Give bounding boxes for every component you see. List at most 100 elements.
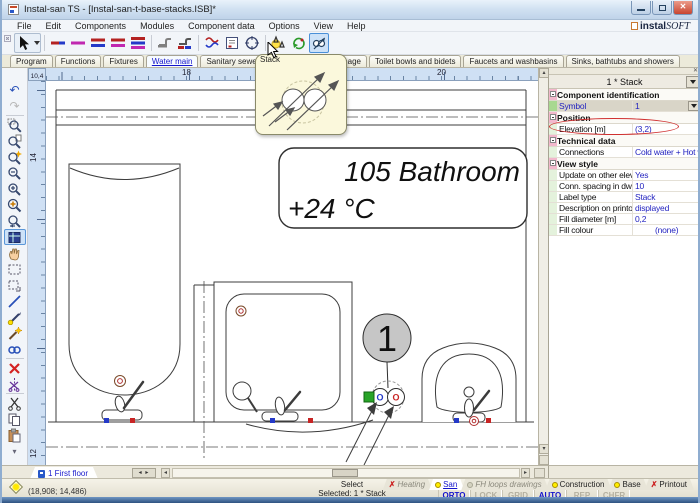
property-row-fill-colour[interactable]: Fill colour (none) (549, 225, 700, 236)
pipe-circulation-button[interactable] (68, 33, 88, 53)
collapse-icon[interactable] (550, 137, 556, 143)
menu-file[interactable]: File (10, 21, 39, 31)
tab-water-main[interactable]: Water main (146, 55, 199, 67)
menu-component-data[interactable]: Component data (181, 21, 262, 31)
maximize-button[interactable] (652, 1, 672, 15)
property-row-conn-spacing[interactable]: Conn. spacing in dwg. 10 (549, 181, 700, 192)
menu-help[interactable]: Help (340, 21, 373, 31)
collapse-icon[interactable] (550, 160, 556, 166)
component-selector-dropdown[interactable] (686, 76, 699, 88)
property-row-description-printout[interactable]: Description on printout displayed (549, 203, 700, 214)
section-view-style[interactable]: View style (549, 158, 700, 170)
collapse-icon[interactable] (550, 114, 556, 120)
scissors-button[interactable] (4, 395, 26, 411)
washbasin[interactable] (422, 343, 516, 426)
splitter-box[interactable] (534, 468, 545, 478)
zoom-window-button[interactable] (4, 117, 26, 133)
bathtub[interactable] (69, 164, 180, 423)
pipe-pair-button[interactable] (88, 33, 108, 53)
property-row-elevation[interactable]: Elevation [m] (3,2) (549, 124, 700, 135)
close-button[interactable]: ✕ (673, 1, 693, 15)
tab-program[interactable]: Program (10, 55, 53, 67)
redo-button[interactable]: ↷ (4, 98, 26, 114)
zoom-out-button[interactable] (4, 165, 26, 181)
break-line-button[interactable] (4, 376, 26, 392)
select-add-rect-button[interactable] (4, 277, 26, 293)
scroll-right-button[interactable]: ▸ (521, 468, 530, 478)
auto-link-button[interactable] (4, 341, 26, 357)
section-component-identification[interactable]: Component identification (549, 89, 700, 101)
select-tool-button[interactable] (14, 33, 41, 53)
magic-wand-button[interactable] (4, 325, 26, 341)
shower[interactable] (214, 282, 373, 432)
layer-tab-base[interactable]: Base (608, 479, 647, 490)
pipe-cold-hot-button[interactable] (48, 33, 68, 53)
cold-connection-point[interactable] (104, 418, 109, 423)
hot-connection-point[interactable] (486, 418, 491, 423)
insert-frame-button[interactable] (222, 33, 242, 53)
property-row-label-type[interactable]: Label type Stack (549, 192, 700, 203)
hot-connection-point[interactable] (308, 418, 313, 423)
property-row-symbol[interactable]: Symbol 1 (549, 101, 700, 112)
stack-component[interactable]: 1 O O (346, 314, 411, 465)
zoom-in-button[interactable] (4, 181, 26, 197)
layer-tab-construction[interactable]: Construction (546, 479, 612, 490)
title-bar[interactable]: Instal-san TS - [Instal-san-t-base-stack… (2, 0, 698, 20)
draw-off-point-button[interactable] (155, 33, 175, 53)
auto-connection-button[interactable] (289, 33, 309, 53)
room-label[interactable]: 105 Bathroom +24 °C (279, 148, 527, 228)
collapse-icon[interactable] (550, 91, 556, 97)
undo-button[interactable]: ↶ (4, 82, 26, 98)
draw-off-point-colour-button[interactable] (175, 33, 195, 53)
pipe-triple-button[interactable] (128, 33, 148, 53)
component-table-button[interactable] (4, 229, 26, 245)
cold-connection-point[interactable] (270, 418, 275, 423)
tab-functions[interactable]: Functions (55, 55, 102, 67)
tab-fixtures[interactable]: Fixtures (103, 55, 143, 67)
tab-faucets-washbasins[interactable]: Faucets and washbasins (463, 55, 563, 67)
sheet-nav-buttons[interactable]: ◂ ▸ (132, 468, 156, 478)
tab-toilet-bowls[interactable]: Toilet bowls and bidets (369, 55, 462, 67)
delete-button[interactable] (4, 360, 26, 376)
cold-connection-point[interactable] (454, 418, 459, 423)
menu-modules[interactable]: Modules (133, 21, 181, 31)
toolbar-grip[interactable] (4, 35, 11, 42)
layer-tab-fh-loops[interactable]: FH loops drawings (461, 479, 548, 490)
layer-tab-printout[interactable]: ✗Printout (645, 479, 694, 490)
stack-tool-button[interactable] (309, 33, 329, 53)
paste-button[interactable] (4, 427, 26, 443)
menu-options[interactable]: Options (262, 21, 307, 31)
layer-tab-heating[interactable]: ✗Heating (383, 479, 432, 490)
riser-pair-button[interactable] (202, 33, 222, 53)
pipe-pair-circulation-button[interactable] (108, 33, 128, 53)
property-row-update-elev[interactable]: Update on other elev. Yes (549, 170, 700, 181)
layer-tab-san[interactable]: San (429, 479, 464, 490)
property-row-fill-diameter[interactable]: Fill diameter [m] 0,2 (549, 214, 700, 225)
zoom-sheet-button[interactable] (4, 133, 26, 149)
section-position[interactable]: Position (549, 112, 700, 124)
section-technical-data[interactable]: Technical data (549, 135, 700, 147)
zoom-selection-button[interactable] (4, 149, 26, 165)
hot-connection-point[interactable] (130, 418, 135, 423)
component-selector[interactable]: 1 * Stack (549, 75, 700, 89)
menu-components[interactable]: Components (68, 21, 133, 31)
drawing-canvas[interactable]: 105 Bathroom +24 °C (46, 81, 538, 465)
zoom-extents-button[interactable] (4, 197, 26, 213)
menu-edit[interactable]: Edit (39, 21, 69, 31)
property-row-connections[interactable]: Connections Cold water + Hot water (549, 147, 700, 158)
canvas-vertical-scrollbar[interactable]: ▴ ▾ (538, 68, 548, 465)
draw-pen-button[interactable] (4, 309, 26, 325)
draw-line-button[interactable] (4, 293, 26, 309)
horizontal-scroll-thumb[interactable] (332, 469, 358, 477)
minimize-button[interactable] (631, 1, 651, 15)
zoom-previous-button[interactable] (4, 213, 26, 229)
select-rect-button[interactable] (4, 261, 26, 277)
symbol-dropdown-button[interactable] (688, 101, 700, 111)
scroll-left-button[interactable]: ◂ (161, 468, 170, 478)
copy-button[interactable] (4, 411, 26, 427)
find-component-button[interactable] (242, 33, 262, 53)
menu-view[interactable]: View (307, 21, 340, 31)
pan-hand-button[interactable] (4, 245, 26, 261)
panel-close-icon[interactable]: ✕ (693, 68, 698, 75)
selection-handle[interactable] (364, 392, 374, 402)
